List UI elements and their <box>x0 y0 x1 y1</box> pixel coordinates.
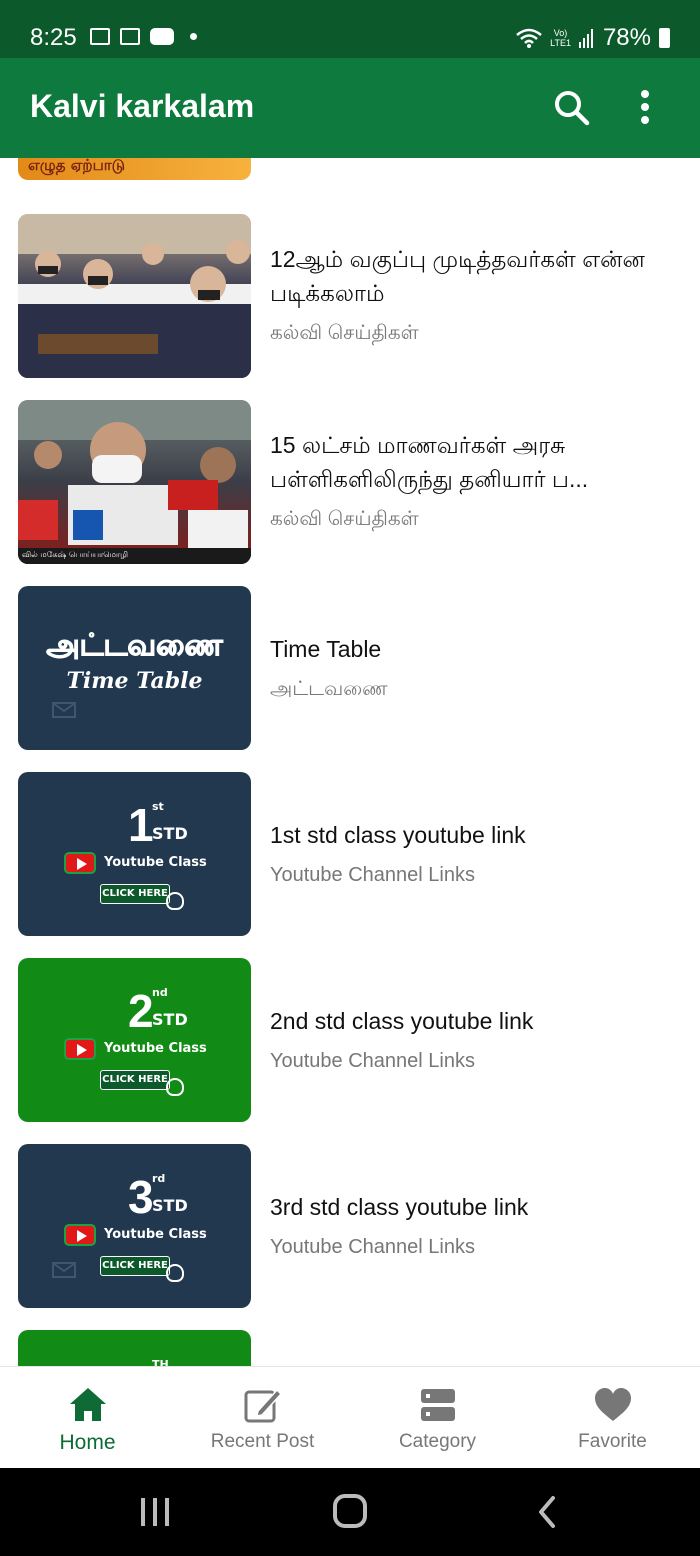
nav-home[interactable]: Home <box>0 1367 175 1469</box>
thumbnail-subtitle: Time Table <box>66 668 203 694</box>
category-icon <box>421 1389 455 1421</box>
youtube-icon <box>64 852 96 874</box>
post-list: எழுத ஏற்பாடு 12ஆம் வகுப்பு முடித்தவர்கள்… <box>0 158 700 1366</box>
post-thumbnail: எழுத ஏற்பாடு <box>18 158 251 180</box>
more-vert-icon[interactable] <box>628 88 662 128</box>
std-number: 3 <box>128 1171 154 1223</box>
std-label: STD <box>152 1196 188 1215</box>
post-title: 12ஆம் வகுப்பு முடித்தவர்கள் என்ன படிக்கல… <box>270 246 645 306</box>
pointer-hand-icon <box>166 1264 184 1282</box>
thumbnail-caption: வில் மகேஷ் பொய்யாமொழி <box>22 550 128 559</box>
list-item[interactable]: 3 rd STD Youtube Class CLICK HERE 3rd st… <box>0 1144 700 1330</box>
nav-label-category: Category <box>398 1431 477 1452</box>
post-category: கல்வி செய்திகள் <box>270 508 419 530</box>
mail-icon <box>52 702 76 718</box>
post-title: 3rd std class youtube link <box>270 1194 529 1220</box>
std-number: 2 <box>128 985 154 1037</box>
youtube-class-label: Youtube Class <box>104 1227 207 1242</box>
mail-icon <box>52 1262 76 1278</box>
app-bar: Kalvi karkalam <box>0 58 700 158</box>
recent-apps-icon[interactable] <box>138 1496 172 1528</box>
battery-percent: 78% <box>602 24 651 51</box>
post-category: அட்டவணை <box>270 678 388 700</box>
nav-label-home: Home <box>59 1431 116 1454</box>
post-thumbnail: 2 nd STD Youtube Class CLICK HERE <box>18 958 251 1122</box>
search-icon[interactable] <box>552 88 592 128</box>
post-title: Time Table <box>270 636 382 662</box>
thumbnail-title: அட்டவணை <box>46 628 223 664</box>
std-number: 1 <box>128 799 154 851</box>
students-photo <box>18 214 251 378</box>
edit-icon <box>244 1388 283 1423</box>
post-thumbnail: 3 rd STD Youtube Class CLICK HERE <box>18 1144 251 1308</box>
lte-top: Vo) <box>553 28 568 38</box>
youtube-class-label: Youtube Class <box>104 1041 207 1056</box>
heart-icon <box>595 1388 631 1421</box>
list-item[interactable]: வில் மகேஷ் பொய்யாமொழி 15 லட்சம் மாணவர்கள… <box>0 400 700 586</box>
list-item[interactable]: எழுத ஏற்பாடு <box>0 158 700 186</box>
notification-icons <box>90 28 197 45</box>
system-navigation-bar <box>0 1468 700 1556</box>
status-time: 8:25 <box>30 24 77 51</box>
post-thumbnail: TH <box>18 1330 251 1366</box>
std-label: STD <box>152 1010 188 1029</box>
post-title: 2nd std class youtube link <box>270 1008 534 1034</box>
click-here-badge: CLICK HERE <box>100 1256 170 1276</box>
list-item[interactable]: 12ஆம் வகுப்பு முடித்தவர்கள் என்ன படிக்கல… <box>0 214 700 400</box>
wifi-icon <box>516 28 542 48</box>
list-item[interactable]: TH <box>0 1330 700 1366</box>
list-item[interactable]: அட்டவணை Time Table Time Table அட்டவணை <box>0 586 700 772</box>
signal-icon <box>578 29 593 48</box>
status-right: Vo) LTE1 78% <box>516 24 670 52</box>
back-icon[interactable] <box>533 1496 563 1528</box>
youtube-icon <box>64 1224 96 1246</box>
nav-label-recent-post: Recent Post <box>210 1431 315 1452</box>
youtube-class-label: Youtube Class <box>104 855 207 870</box>
std-suffix: TH <box>152 1358 169 1366</box>
tv-icon <box>120 28 140 45</box>
click-here-badge: CLICK HERE <box>100 884 170 904</box>
more-notifications-icon <box>190 33 197 40</box>
post-thumbnail <box>18 214 251 378</box>
home-button-icon[interactable] <box>333 1494 367 1528</box>
post-category: Youtube Channel Links <box>270 1236 475 1258</box>
status-bar: 8:25 Vo) LTE1 78% <box>0 0 700 58</box>
post-category: Youtube Channel Links <box>270 1050 475 1072</box>
pointer-hand-icon <box>166 1078 184 1096</box>
thumbnail-text: எழுத ஏற்பாடு <box>28 158 125 174</box>
click-here-badge: CLICK HERE <box>100 1070 170 1090</box>
post-title: 15 லட்சம் மாணவர்கள் அரசு பள்ளிகளிலிருந்த… <box>270 432 589 492</box>
lte-bottom: LTE1 <box>550 38 571 48</box>
list-item[interactable]: 1 st STD Youtube Class CLICK HERE 1st st… <box>0 772 700 958</box>
std-suffix: st <box>152 800 164 813</box>
nav-label-favorite: Favorite <box>578 1431 647 1452</box>
gallery-icon <box>90 28 110 45</box>
app-title: Kalvi karkalam <box>30 88 255 124</box>
nav-recent-post[interactable]: Recent Post <box>175 1367 350 1469</box>
post-thumbnail: வில் மகேஷ் பொய்யாமொழி <box>18 400 251 564</box>
nav-favorite[interactable]: Favorite <box>525 1367 700 1469</box>
post-category: Youtube Channel Links <box>270 864 475 886</box>
post-thumbnail: 1 st STD Youtube Class CLICK HERE <box>18 772 251 936</box>
press-photo <box>18 400 251 564</box>
bottom-navigation: Home Recent Post Category Favorite <box>0 1366 700 1468</box>
nav-category[interactable]: Category <box>350 1367 525 1469</box>
pointer-hand-icon <box>166 892 184 910</box>
post-thumbnail: அட்டவணை Time Table <box>18 586 251 750</box>
list-item[interactable]: 2 nd STD Youtube Class CLICK HERE 2nd st… <box>0 958 700 1144</box>
youtube-icon <box>64 1038 96 1060</box>
post-category: கல்வி செய்திகள் <box>270 322 419 344</box>
std-suffix: nd <box>152 986 168 999</box>
youtube-icon <box>150 28 174 45</box>
battery-icon <box>659 28 670 48</box>
std-suffix: rd <box>152 1172 166 1185</box>
std-label: STD <box>152 824 188 843</box>
lte-indicator: Vo) LTE1 <box>550 28 571 48</box>
home-icon <box>70 1388 106 1421</box>
post-title: 1st std class youtube link <box>270 822 526 848</box>
